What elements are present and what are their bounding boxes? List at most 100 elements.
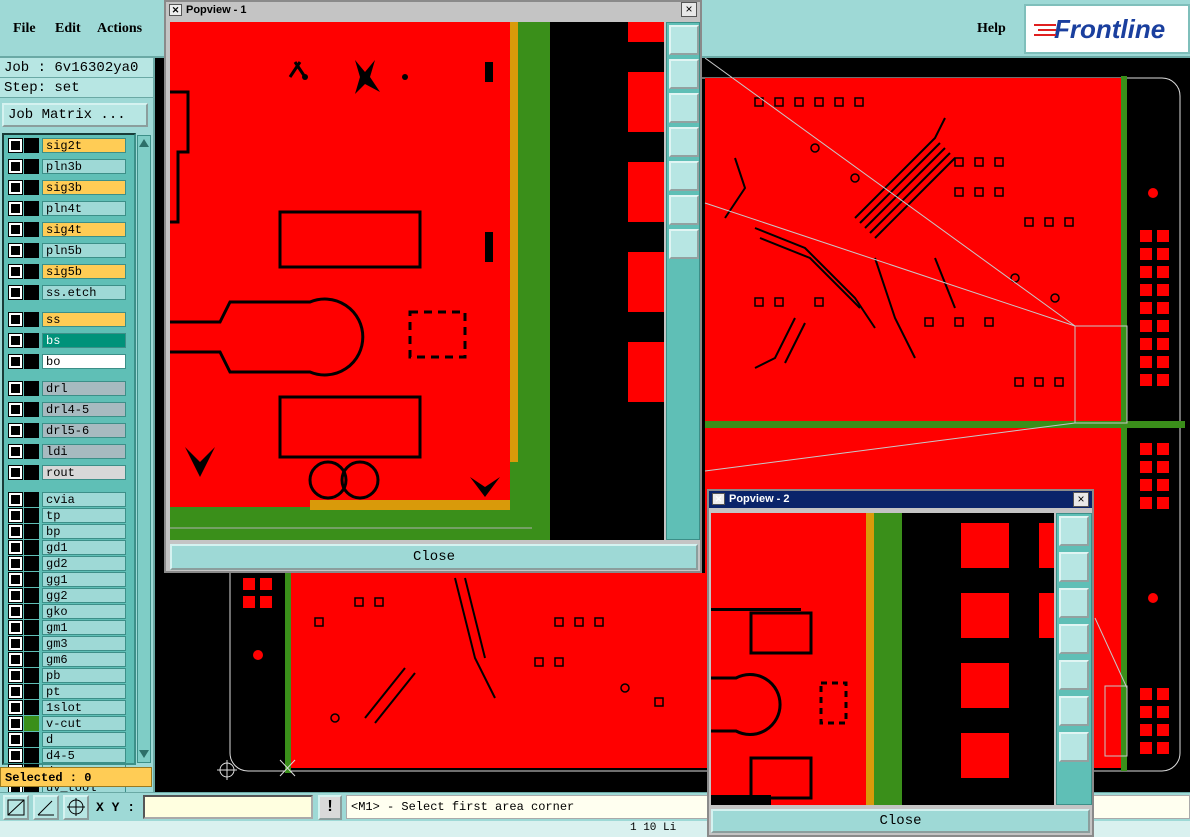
layer-row[interactable]: gg1 (6, 572, 126, 587)
layer-checkbox[interactable] (9, 181, 22, 194)
layer-name[interactable]: drl (42, 381, 126, 396)
window-menu-icon[interactable]: ✕ (169, 4, 182, 16)
layer-checkbox[interactable] (9, 605, 22, 618)
layer-name[interactable]: cvia (42, 492, 126, 507)
layer-row[interactable]: gg2 (6, 588, 126, 603)
layer-name[interactable]: v-cut (42, 716, 126, 731)
layer-row[interactable]: gd1 (6, 540, 126, 555)
layer-row[interactable]: 1slot (6, 700, 126, 715)
layer-row[interactable]: pln5b (6, 243, 126, 258)
layer-row[interactable]: tp (6, 508, 126, 523)
layer-row[interactable]: gm6 (6, 652, 126, 667)
popview-2-close-icon[interactable]: × (1073, 492, 1089, 507)
layer-row[interactable]: drl (6, 381, 126, 396)
zoom-in-icon[interactable] (1059, 696, 1089, 726)
popview-2-titlebar[interactable]: ✕ Popview - 2 (709, 491, 1092, 508)
layer-name[interactable]: pb (42, 668, 126, 683)
layer-name[interactable]: bs (42, 333, 126, 348)
layer-row[interactable]: pln3b (6, 159, 126, 174)
menu-help[interactable]: Help (977, 21, 1006, 37)
layer-checkbox[interactable] (9, 493, 22, 506)
layer-name[interactable]: gd2 (42, 556, 126, 571)
measure-icon[interactable] (33, 795, 59, 820)
pan-right-icon[interactable] (669, 161, 699, 191)
zoom-fit-icon[interactable] (669, 25, 699, 55)
layer-checkbox[interactable] (9, 541, 22, 554)
layer-row[interactable]: drl4-5 (6, 402, 126, 417)
zoom-out-icon[interactable] (669, 229, 699, 259)
layer-checkbox[interactable] (9, 286, 22, 299)
pan-left-icon[interactable] (669, 127, 699, 157)
xy-coordinate-input[interactable] (143, 795, 313, 819)
layer-row[interactable]: cvia (6, 492, 126, 507)
zoom-area-icon[interactable] (3, 795, 29, 820)
layer-row[interactable]: sig2t (6, 138, 126, 153)
layer-list-scrollbar[interactable] (137, 135, 151, 763)
layer-checkbox[interactable] (9, 355, 22, 368)
layer-checkbox[interactable] (9, 669, 22, 682)
job-matrix-button[interactable]: Job Matrix ... (2, 103, 148, 127)
popview-1-canvas[interactable] (170, 22, 664, 540)
layer-row[interactable]: gd2 (6, 556, 126, 571)
layer-row[interactable]: ss (6, 312, 126, 327)
layer-row[interactable]: sig5b (6, 264, 126, 279)
layer-name[interactable]: sig4t (42, 222, 126, 237)
menu-file[interactable]: File (13, 21, 36, 37)
layer-checkbox[interactable] (9, 160, 22, 173)
layer-checkbox[interactable] (9, 525, 22, 538)
layer-row[interactable]: d (6, 732, 126, 747)
layer-name[interactable]: drl5-6 (42, 423, 126, 438)
layer-row[interactable]: v-cut (6, 716, 126, 731)
layer-name[interactable]: d (42, 732, 126, 747)
layer-checkbox[interactable] (9, 589, 22, 602)
menu-actions[interactable]: Actions (97, 21, 142, 37)
layer-name[interactable]: sig2t (42, 138, 126, 153)
layer-checkbox[interactable] (9, 223, 22, 236)
layer-name[interactable]: sig5b (42, 264, 126, 279)
layer-row[interactable]: ss.etch (6, 285, 126, 300)
scroll-down-icon[interactable] (139, 750, 149, 760)
layer-row[interactable]: d4-5 (6, 748, 126, 763)
layer-row[interactable]: pln4t (6, 201, 126, 216)
layer-checkbox[interactable] (9, 573, 22, 586)
layer-name[interactable]: gd1 (42, 540, 126, 555)
layer-checkbox[interactable] (9, 424, 22, 437)
layer-name[interactable]: pln4t (42, 201, 126, 216)
layer-row[interactable]: rout (6, 465, 126, 480)
layer-name[interactable]: bp (42, 524, 126, 539)
layer-checkbox[interactable] (9, 733, 22, 746)
exclaim-button[interactable]: ! (318, 795, 342, 820)
layer-name[interactable]: bo (42, 354, 126, 369)
pan-left-icon[interactable] (1059, 624, 1089, 654)
layer-checkbox[interactable] (9, 313, 22, 326)
layer-name[interactable]: d4-5 (42, 748, 126, 763)
pan-up-icon[interactable] (1059, 552, 1089, 582)
popview-2-close-button[interactable]: Close (711, 809, 1090, 833)
layer-checkbox[interactable] (9, 202, 22, 215)
layer-checkbox[interactable] (9, 445, 22, 458)
pan-down-icon[interactable] (1059, 588, 1089, 618)
layer-name[interactable]: drl4-5 (42, 402, 126, 417)
layer-checkbox[interactable] (9, 701, 22, 714)
layer-checkbox[interactable] (9, 334, 22, 347)
layer-row[interactable]: drl5-6 (6, 423, 126, 438)
layer-name[interactable]: ss.etch (42, 285, 126, 300)
grid-snap-icon[interactable] (63, 795, 89, 820)
layer-checkbox[interactable] (9, 685, 22, 698)
popview-1-close-button[interactable]: Close (170, 544, 698, 570)
layer-name[interactable]: gg2 (42, 588, 126, 603)
layer-name[interactable]: ldi (42, 444, 126, 459)
layer-name[interactable]: ss (42, 312, 126, 327)
layer-checkbox[interactable] (9, 382, 22, 395)
popview-1-titlebar[interactable]: ✕ Popview - 1 (166, 2, 700, 19)
layer-checkbox[interactable] (9, 509, 22, 522)
layer-checkbox[interactable] (9, 557, 22, 570)
layer-checkbox[interactable] (9, 244, 22, 257)
layer-checkbox[interactable] (9, 403, 22, 416)
layer-row[interactable]: bs (6, 333, 126, 348)
layer-checkbox[interactable] (9, 717, 22, 730)
layer-name[interactable]: sig3b (42, 180, 126, 195)
layer-name[interactable]: pln5b (42, 243, 126, 258)
window-menu-icon[interactable]: ✕ (712, 493, 725, 505)
layer-name[interactable]: gko (42, 604, 126, 619)
